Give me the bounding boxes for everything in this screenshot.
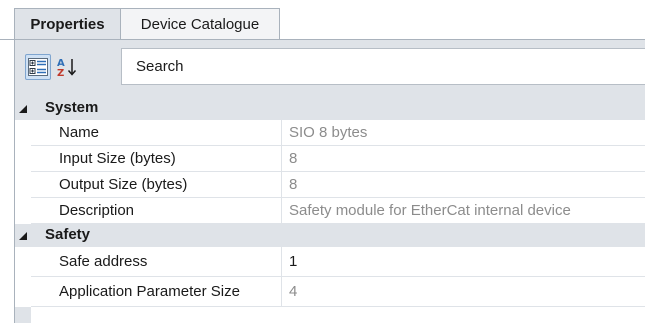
property-name: Name xyxy=(31,120,282,146)
category-safety[interactable]: Safety xyxy=(15,224,645,247)
property-row-output-size[interactable]: Output Size (bytes) 8 xyxy=(15,172,645,198)
property-value: Safety module for EtherCat internal devi… xyxy=(282,198,645,224)
collapse-triangle-icon[interactable] xyxy=(18,229,28,241)
property-value: 8 xyxy=(282,146,645,172)
svg-text:Z: Z xyxy=(57,68,64,78)
tab-strip: Properties Device Catalogue xyxy=(0,0,645,41)
property-value: 8 xyxy=(282,172,645,198)
properties-panel: Properties Device Catalogue A Z Search S… xyxy=(0,0,645,323)
sort-alphabetical-button[interactable]: A Z xyxy=(55,54,81,80)
property-row-application-parameter-size[interactable]: Application Parameter Size 4 xyxy=(15,277,645,307)
sort-alphabetical-icon: A Z xyxy=(57,58,77,78)
tab-device-catalogue[interactable]: Device Catalogue xyxy=(120,8,280,39)
property-value: SIO 8 bytes xyxy=(282,120,645,146)
property-row-description[interactable]: Description Safety module for EtherCat i… xyxy=(15,198,645,224)
property-name: Output Size (bytes) xyxy=(31,172,282,198)
property-name: Safe address xyxy=(31,247,282,277)
property-value-editable[interactable]: 1 xyxy=(282,247,645,277)
collapse-triangle-icon[interactable] xyxy=(18,102,28,114)
category-safety-label: Safety xyxy=(45,226,91,243)
tab-properties-label: Properties xyxy=(30,15,105,33)
property-value: 4 xyxy=(282,277,645,307)
search-input[interactable]: Search xyxy=(121,48,645,85)
search-input-text: Search xyxy=(136,58,184,75)
property-row-safe-address[interactable]: Safe address 1 xyxy=(15,247,645,277)
property-name: Application Parameter Size xyxy=(31,277,282,307)
property-name: Input Size (bytes) xyxy=(31,146,282,172)
tab-properties[interactable]: Properties xyxy=(14,8,121,39)
category-system[interactable]: System xyxy=(15,97,645,120)
categorized-view-icon xyxy=(28,58,48,76)
categorized-view-button[interactable] xyxy=(25,54,51,80)
property-grid: System Name SIO 8 bytes Input Size (byte… xyxy=(14,97,645,323)
category-system-label: System xyxy=(45,99,99,116)
property-name: Description xyxy=(31,198,282,224)
tab-device-catalogue-label: Device Catalogue xyxy=(140,15,260,33)
toolbar: A Z Search xyxy=(14,40,645,97)
property-row-input-size[interactable]: Input Size (bytes) 8 xyxy=(15,146,645,172)
property-row-name[interactable]: Name SIO 8 bytes xyxy=(15,120,645,146)
